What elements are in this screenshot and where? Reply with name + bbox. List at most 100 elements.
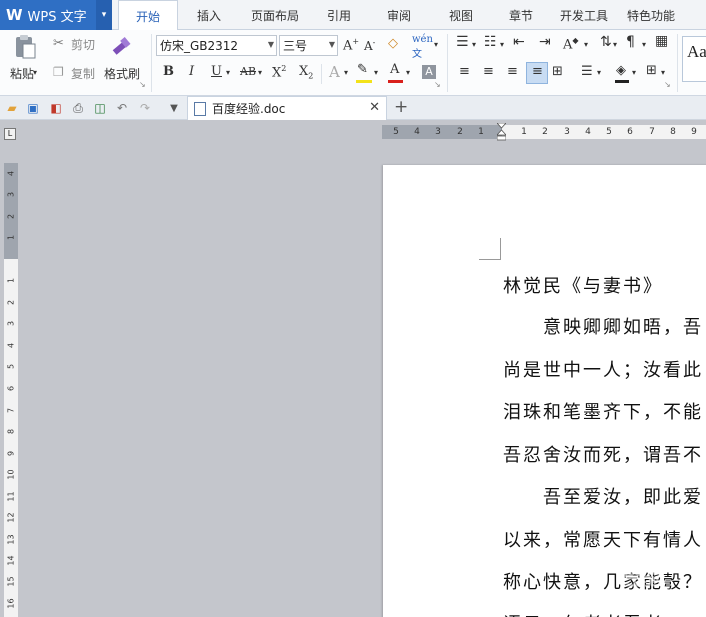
save-icon[interactable]: ▣	[25, 100, 41, 116]
app-menu-caret-icon[interactable]: ▾	[96, 0, 112, 30]
chevron-down-icon[interactable]: ▾	[226, 68, 230, 77]
print-preview-icon[interactable]: ◫	[92, 100, 108, 116]
font-launcher-icon[interactable]: ↘	[434, 80, 441, 89]
indent-marker-icon[interactable]	[497, 123, 506, 141]
document-text-line[interactable]: 尚是世中一人；汝看此	[503, 356, 703, 382]
underline-icon[interactable]: U	[211, 64, 222, 79]
font-name-select[interactable]: 仿宋_GB2312 ▼	[156, 35, 277, 56]
export-pdf-icon[interactable]: ◧	[48, 100, 64, 116]
close-icon[interactable]: ✕	[369, 100, 380, 115]
paste-icon[interactable]	[12, 34, 38, 60]
format-painter-icon[interactable]	[108, 34, 134, 60]
chevron-down-icon[interactable]: ▾	[597, 68, 601, 77]
tab-review[interactable]: 审阅	[368, 0, 430, 30]
chevron-down-icon[interactable]: ▾	[472, 40, 476, 49]
character-shading-icon[interactable]: A	[422, 65, 436, 79]
tab-page-layout[interactable]: 页面布局	[240, 0, 310, 30]
open-folder-icon[interactable]: ▰	[4, 100, 20, 116]
customize-toolbar-icon[interactable]: ▼	[166, 100, 182, 116]
paste-dropdown-icon[interactable]: ▾	[33, 68, 37, 77]
vertical-ruler[interactable]: 4 3 2 1 1 2 3 4 5 6 7 8 9 10 11 12 13 14 15 16	[4, 163, 18, 617]
tab-insert[interactable]: 插入	[178, 0, 240, 30]
document-text-line[interactable]: 语云，仁者老吾老	[503, 610, 663, 617]
document-text-line[interactable]: 意映卿卿如晤，吾	[503, 313, 703, 339]
tab-chapter[interactable]: 章节	[492, 0, 550, 30]
sort-icon[interactable]: ⇅	[600, 34, 612, 50]
divider	[151, 34, 152, 92]
chevron-down-icon[interactable]: ▾	[632, 68, 636, 77]
horizontal-ruler[interactable]: 5 4 3 2 1 1 2 3 4 5 6 7 8 9	[382, 123, 706, 141]
ruler-number: 1	[521, 127, 527, 137]
borders-icon[interactable]: ⊞	[646, 63, 657, 78]
paragraph-launcher-icon[interactable]: ↘	[664, 80, 671, 89]
text-effect-icon[interactable]: A	[329, 63, 340, 81]
document-text-line[interactable]: 以来，常愿天下有情人	[503, 526, 703, 552]
numbered-list-icon[interactable]: ☷	[484, 34, 497, 50]
ruler-number: 9	[6, 450, 16, 457]
shrink-font-icon[interactable]: A-	[364, 38, 375, 53]
italic-icon[interactable]: I	[189, 64, 194, 79]
scissors-icon[interactable]: ✂	[53, 36, 64, 51]
decrease-indent-icon[interactable]: ⇤	[513, 34, 525, 50]
table-grid-icon[interactable]: ▦	[655, 33, 668, 49]
chevron-down-icon[interactable]: ▾	[344, 68, 348, 77]
undo-icon[interactable]: ↶	[114, 100, 130, 116]
tab-stop-selector[interactable]: L	[4, 128, 16, 140]
chevron-down-icon[interactable]: ▾	[642, 40, 646, 49]
chevron-down-icon[interactable]: ▾	[613, 40, 617, 49]
align-right-icon[interactable]: ≡	[507, 64, 518, 79]
chevron-down-icon[interactable]: ▾	[434, 40, 438, 49]
format-painter-label[interactable]: 格式刷	[104, 65, 140, 82]
tab-view[interactable]: 视图	[430, 0, 492, 30]
distributed-align-icon[interactable]: ⊞	[552, 64, 563, 79]
increase-indent-icon[interactable]: ⇥	[539, 34, 551, 50]
ruler-number: 3	[6, 320, 16, 327]
bold-icon[interactable]: B	[163, 64, 174, 79]
document-tab[interactable]: 百度经验.doc ✕	[187, 96, 387, 120]
copy-icon[interactable]: ❐	[53, 65, 64, 79]
tab-special-features[interactable]: 特色功能	[618, 0, 684, 30]
font-color-icon[interactable]: A	[390, 62, 399, 77]
chevron-down-icon[interactable]: ▾	[374, 68, 378, 77]
subscript-icon[interactable]: X2	[299, 64, 313, 81]
font-size-select[interactable]: 三号 ▼	[279, 35, 338, 56]
app-menu-button[interactable]: W WPS 文字 ▾	[0, 0, 112, 30]
cut-label[interactable]: 剪切	[71, 36, 95, 53]
grow-font-icon[interactable]: A+	[343, 37, 359, 53]
document-text-line[interactable]: 泪珠和笔墨齐下，不能	[503, 398, 703, 424]
copy-label[interactable]: 复制	[71, 65, 95, 82]
document-text-line[interactable]: 称心快意，几家能彀？	[503, 568, 703, 594]
align-left-icon[interactable]: ≡	[459, 64, 470, 79]
print-icon[interactable]: ⎙	[70, 100, 86, 116]
style-gallery-item[interactable]: Aa	[682, 36, 706, 82]
justify-button[interactable]: ≡	[526, 62, 548, 84]
document-text-line[interactable]: 吾至爱汝，即此爱	[503, 483, 703, 509]
paste-label[interactable]: 粘贴	[10, 65, 34, 82]
ruler-number: 4	[585, 127, 591, 137]
new-tab-plus-icon[interactable]: +	[394, 97, 408, 117]
chevron-down-icon[interactable]: ▾	[500, 40, 504, 49]
highlight-icon[interactable]: ✎	[357, 62, 368, 77]
shading-icon[interactable]: ◈	[616, 63, 626, 78]
tab-developer[interactable]: 开发工具	[550, 0, 618, 30]
tab-references[interactable]: 引用	[310, 0, 368, 30]
bullet-list-icon[interactable]: ☰	[456, 34, 469, 50]
phonetic-guide-icon[interactable]: wén 文	[412, 34, 433, 60]
line-spacing-icon[interactable]: ☰	[581, 64, 593, 79]
document-title-line[interactable]: 林觉民《与妻书》	[503, 272, 663, 298]
superscript-icon[interactable]: X2	[272, 64, 286, 80]
tab-home[interactable]: 开始	[118, 0, 178, 31]
chevron-down-icon[interactable]: ▾	[661, 68, 665, 77]
chevron-down-icon[interactable]: ▾	[258, 68, 262, 77]
clipboard-launcher-icon[interactable]: ↘	[139, 80, 146, 89]
document-page[interactable]: 林觉民《与妻书》 意映卿卿如晤，吾 尚是世中一人；汝看此 泪珠和笔墨齐下，不能 吾忍舍…	[383, 165, 706, 617]
redo-icon[interactable]: ↷	[137, 100, 153, 116]
chevron-down-icon[interactable]: ▾	[584, 40, 588, 49]
document-text-line[interactable]: 吾忍舍汝而死，谓吾不	[503, 441, 703, 467]
change-case-icon[interactable]: A◆	[563, 36, 579, 52]
align-center-icon[interactable]: ≡	[483, 64, 494, 79]
chevron-down-icon[interactable]: ▾	[406, 68, 410, 77]
clear-format-icon[interactable]: ◇	[388, 36, 398, 51]
show-marks-icon[interactable]: ¶	[626, 34, 635, 50]
strikethrough-icon[interactable]: AB	[240, 65, 256, 78]
